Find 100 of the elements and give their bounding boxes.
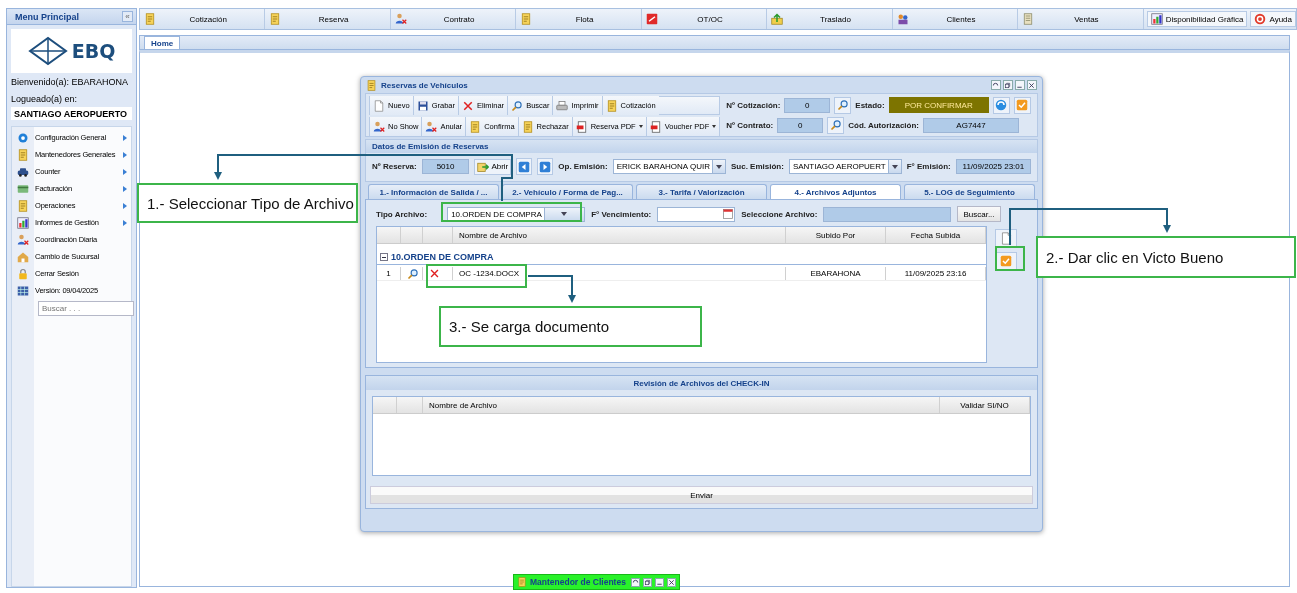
- card-icon: [17, 182, 29, 195]
- field-label: F° Emisión:: [906, 162, 951, 171]
- column-header: Nombre de Archivo: [423, 397, 940, 413]
- previous-button[interactable]: [516, 158, 533, 175]
- search-button[interactable]: [827, 116, 845, 134]
- open-button[interactable]: Abrir: [474, 158, 512, 175]
- minimize-button[interactable]: [1015, 80, 1025, 90]
- tab[interactable]: 3.- Tarifa / Valorización: [636, 184, 767, 199]
- field-label: F° Vencimiento:: [591, 209, 652, 219]
- branch-select[interactable]: SANTIAGO AEROPUERT: [788, 159, 902, 174]
- branch-name: SANTIAGO AEROPUERTO: [11, 107, 132, 120]
- refresh-button[interactable]: [991, 80, 1001, 90]
- toolbar-button[interactable]: OT/OC: [641, 9, 768, 29]
- view-button[interactable]: [407, 267, 419, 280]
- toolbar-button[interactable]: Ventas: [1018, 9, 1144, 29]
- delete-icon: [462, 99, 475, 112]
- field-label: Seleccione Archivo:: [741, 209, 818, 219]
- file-field[interactable]: [823, 206, 952, 222]
- operator-select[interactable]: ERICK BARAHONA QUIR: [612, 159, 726, 174]
- close-icon: [668, 578, 675, 586]
- table-cell: EBARAHONA: [786, 267, 886, 280]
- tab[interactable]: 2.- Vehículo / Forma de Pag...: [502, 184, 633, 199]
- printer-icon: [556, 99, 569, 112]
- form-icon: [469, 120, 482, 133]
- form-icon: [605, 99, 618, 112]
- column-header: Validar SI/NO: [940, 397, 1030, 413]
- tab[interactable]: 4.- Archivos Adjuntos: [770, 184, 901, 199]
- tab[interactable]: Home: [144, 36, 181, 49]
- minimized-window: Mantenedor de Clientes: [513, 574, 680, 590]
- refresh-button[interactable]: [992, 96, 1010, 114]
- minimize-button[interactable]: [655, 577, 664, 587]
- grid-icon: [17, 284, 29, 297]
- close-button[interactable]: [667, 577, 676, 587]
- field-label: Nº Reserva:: [372, 162, 417, 171]
- form-icon: [517, 577, 527, 587]
- section-header: Datos de Emisión de Reservas: [366, 140, 1037, 153]
- checkmark-icon: [1016, 99, 1029, 111]
- collapse-button[interactable]: «: [122, 11, 133, 22]
- people-icon: [896, 13, 909, 25]
- restore-icon: [1004, 81, 1011, 89]
- welcome-text: Bienvenido(a): EBARAHONA: [10, 75, 130, 89]
- previous-icon: [518, 160, 531, 173]
- form-icon: [17, 199, 29, 212]
- close-button[interactable]: [1027, 80, 1037, 90]
- location-label: Logueado(a) en:: [10, 92, 79, 106]
- form-icon: [366, 79, 377, 91]
- status-badge: POR CONFIRMAR: [888, 97, 989, 113]
- chart-icon: [1150, 13, 1163, 25]
- search-field[interactable]: Buscar . . .: [38, 301, 134, 316]
- browse-button[interactable]: Buscar...: [957, 206, 1001, 222]
- next-button[interactable]: [537, 158, 554, 175]
- refresh-icon: [632, 578, 639, 586]
- send-button[interactable]: Enviar: [370, 486, 1033, 504]
- delete-icon: [429, 268, 440, 279]
- table-cell: OC -1234.DOCX: [453, 267, 786, 280]
- form-icon: [520, 13, 533, 25]
- callout-note: 2.- Dar clic en Victo Bueno: [1036, 236, 1296, 278]
- table-cell: 11/09/2025 23:16: [886, 267, 986, 280]
- document-button[interactable]: [995, 229, 1017, 247]
- restore-button[interactable]: [643, 577, 652, 587]
- field-label: Nº Contrato:: [726, 120, 774, 130]
- search-icon: [836, 99, 849, 111]
- person-icon: [425, 120, 438, 133]
- delete-button[interactable]: [429, 268, 440, 279]
- toolbar-button[interactable]: Contrato: [390, 9, 517, 29]
- refresh-button[interactable]: [631, 577, 640, 587]
- field-label: Nº Cotización:: [726, 100, 781, 110]
- field-label: Tipo Archivo:: [376, 209, 428, 219]
- form-icon: [269, 13, 282, 25]
- toolbar-button[interactable]: Clientes: [892, 9, 1019, 29]
- ledger-icon: [1022, 13, 1035, 25]
- section-header: Revisión de Archivos del CHECK-IN: [366, 376, 1037, 390]
- document-icon: [373, 99, 385, 112]
- toolbar-button[interactable]: Disponibilidad Gráfica: [1146, 11, 1248, 27]
- tab[interactable]: 1.- Información de Salida / ...: [368, 184, 499, 199]
- help-icon: [1254, 13, 1267, 25]
- restore-button[interactable]: [1003, 80, 1013, 90]
- collapse-toggle-icon[interactable]: [380, 253, 388, 261]
- field-label: Suc. Emisión:: [731, 162, 784, 171]
- authorization-code-field: AG7447: [923, 117, 1020, 133]
- field-label: Op. Emisión:: [558, 162, 608, 171]
- connector-arrow: [527, 275, 576, 303]
- form-icon: [521, 120, 534, 133]
- toolbar-button[interactable]: Reserva: [265, 9, 391, 29]
- window-title: Reservas de Vehículos: [381, 80, 469, 90]
- approve-button[interactable]: [995, 252, 1017, 270]
- toolbar-button[interactable]: Cotización: [140, 9, 266, 29]
- toolbar-button[interactable]: Traslado: [767, 9, 893, 29]
- toolbar-button[interactable]: Ayuda: [1250, 11, 1296, 27]
- toolbar-button[interactable]: Flota: [516, 9, 642, 29]
- column-header: Fecha Subida: [886, 227, 986, 243]
- callout-note: 3.- Se carga documento: [439, 306, 702, 347]
- search-button[interactable]: [834, 96, 852, 114]
- car-icon: [17, 165, 29, 178]
- refresh-icon: [992, 81, 999, 89]
- house-icon: [17, 250, 29, 263]
- date-field[interactable]: [657, 206, 736, 222]
- highlight-frame: [995, 246, 1025, 271]
- field-label: Estado:: [855, 100, 885, 110]
- tab[interactable]: 5.- LOG de Seguimiento: [904, 184, 1035, 199]
